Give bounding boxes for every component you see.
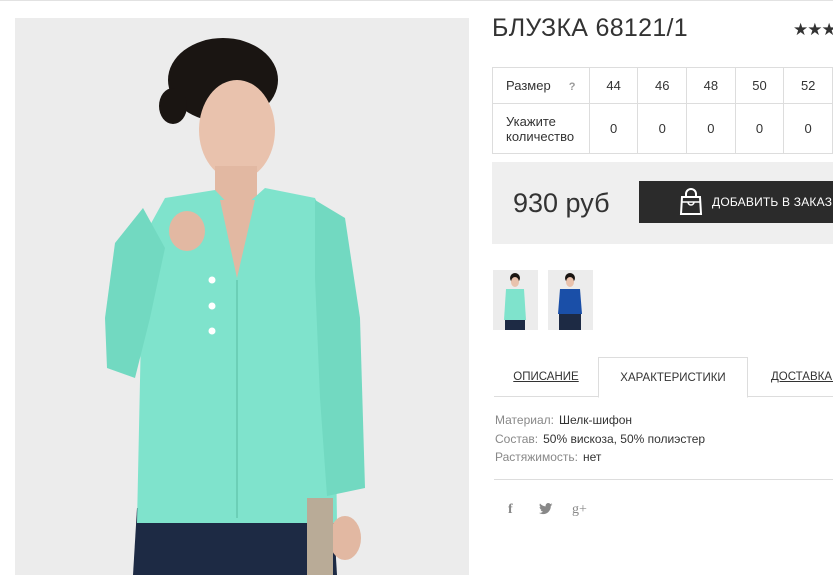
quantity-input[interactable]: 0 (637, 103, 688, 154)
shopping-bag-icon (679, 188, 703, 215)
add-to-order-label: ДОБАВИТЬ В ЗАКАЗ (712, 195, 833, 209)
quantity-label-cell: Укажите количество (492, 103, 590, 154)
spec-row: Растяжимость: нет (495, 448, 705, 467)
tab-description[interactable]: ОПИСАНИЕ (494, 357, 598, 397)
product-main-image[interactable] (15, 18, 469, 575)
thumbnail-mint-blouse[interactable] (493, 270, 538, 330)
tab-delivery[interactable]: ДОСТАВКА И (752, 357, 833, 397)
size-label: Размер (506, 78, 551, 93)
quantity-input[interactable]: 0 (588, 103, 639, 154)
size-option: 48 (686, 67, 736, 104)
spec-row: Состав: 50% вискоза, 50% полиэстер (495, 430, 705, 449)
product-tabs: ОПИСАНИЕ ХАРАКТЕРИСТИКИ ДОСТАВКА И (494, 357, 833, 398)
top-divider (0, 0, 833, 1)
product-price: 930 руб (513, 188, 610, 218)
quantity-input[interactable]: 0 (686, 103, 736, 154)
price-panel: 930 руб ДОБАВИТЬ В ЗАКАЗ (492, 162, 833, 244)
tab-characteristics[interactable]: ХАРАКТЕРИСТИКИ (598, 357, 748, 398)
size-option: 50 (734, 67, 785, 104)
spec-row: Материал: Шелк-шифон (495, 411, 705, 430)
quantity-row: Укажите количество 0 0 0 0 0 (492, 103, 833, 154)
spec-value: 50% вискоза, 50% полиэстер (543, 431, 706, 446)
size-option: 46 (637, 67, 688, 104)
google-plus-icon[interactable]: g+ (572, 502, 587, 518)
quantity-input[interactable]: 0 (734, 103, 785, 154)
size-option: 44 (588, 67, 639, 104)
facebook-icon[interactable]: f (508, 502, 513, 518)
rating-stars-icon[interactable]: ★★★ (793, 20, 833, 40)
quantity-label: Укажите количество (506, 113, 575, 144)
spec-value: Шелк-шифон (558, 413, 632, 427)
size-help-icon[interactable]: ? (569, 81, 576, 93)
spec-key: Растяжимость: (495, 450, 579, 464)
add-to-order-button[interactable]: ДОБАВИТЬ В ЗАКАЗ (639, 181, 833, 223)
size-row: Размер? 44 46 48 50 52 (492, 67, 833, 104)
quantity-input[interactable]: 0 (783, 103, 833, 154)
spec-key: Материал: (495, 413, 554, 427)
product-specs: Материал: Шелк-шифон Состав: 50% вискоза, … (495, 411, 705, 467)
size-label-cell: Размер? (492, 67, 590, 104)
twitter-icon[interactable] (539, 502, 553, 518)
size-quantity-table: Размер? 44 46 48 50 52 Укажите количеств… (492, 67, 833, 154)
size-option: 52 (783, 67, 833, 104)
spec-value: нет (583, 450, 602, 464)
thumbnail-blue-blouse[interactable] (548, 270, 593, 330)
spec-key: Состав: (495, 431, 539, 446)
social-divider (494, 479, 833, 480)
product-title: БЛУЗКА 68121/1 (492, 14, 688, 42)
